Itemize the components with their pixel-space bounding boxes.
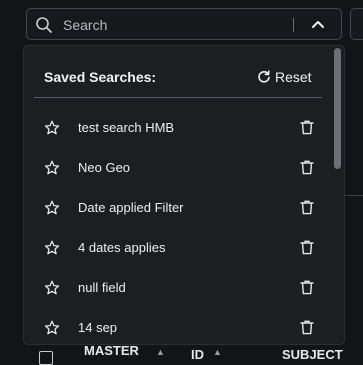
- saved-searches-dropdown: Saved Searches: Reset test search HMB Ne…: [23, 45, 345, 345]
- reset-button[interactable]: Reset: [257, 67, 312, 87]
- saved-search-label: 14 sep: [78, 320, 118, 335]
- star-icon[interactable]: [44, 320, 60, 336]
- chevron-up-icon: [311, 16, 325, 34]
- sort-up-icon[interactable]: ▲: [213, 347, 222, 357]
- trash-icon[interactable]: [300, 320, 314, 335]
- header-divider: [34, 97, 322, 98]
- saved-search-item[interactable]: Date applied Filter: [24, 188, 332, 228]
- collapse-dropdown-button[interactable]: [304, 13, 332, 37]
- column-header-subject[interactable]: SUBJECT: [282, 347, 343, 362]
- select-all-checkbox[interactable]: [39, 351, 53, 365]
- reset-label: Reset: [275, 69, 312, 85]
- search-divider: [293, 18, 294, 32]
- saved-search-item[interactable]: null field: [24, 268, 332, 308]
- trash-icon[interactable]: [300, 160, 314, 175]
- saved-search-item[interactable]: 4 dates applies: [24, 228, 332, 268]
- sort-up-icon[interactable]: ▲: [156, 347, 165, 357]
- saved-searches-title: Saved Searches:: [44, 69, 157, 85]
- star-icon[interactable]: [44, 120, 60, 136]
- scrollbar-thumb[interactable]: [334, 48, 341, 169]
- saved-search-label: null field: [78, 280, 126, 295]
- saved-search-label: test search HMB: [78, 120, 175, 135]
- saved-search-label: 4 dates applies: [78, 240, 166, 255]
- star-icon[interactable]: [44, 280, 60, 296]
- saved-search-label: Neo Geo: [78, 160, 131, 175]
- saved-search-item[interactable]: 14 sep: [24, 308, 332, 344]
- dropdown-scrollbar[interactable]: [332, 46, 344, 344]
- star-icon[interactable]: [44, 240, 60, 256]
- column-header-master[interactable]: MASTER: [84, 343, 139, 358]
- trash-icon[interactable]: [300, 120, 314, 135]
- background-divider: [343, 195, 363, 196]
- star-icon[interactable]: [44, 200, 60, 216]
- star-icon[interactable]: [44, 160, 60, 176]
- search-bar: [26, 8, 342, 40]
- refresh-icon: [257, 70, 271, 84]
- trash-icon[interactable]: [300, 200, 314, 215]
- adjacent-control[interactable]: [350, 8, 363, 40]
- search-icon: [35, 16, 53, 34]
- trash-icon[interactable]: [300, 280, 314, 295]
- trash-icon[interactable]: [300, 240, 314, 255]
- column-header-id[interactable]: ID: [191, 347, 204, 362]
- search-input[interactable]: [63, 13, 283, 37]
- saved-search-item[interactable]: Neo Geo: [24, 148, 332, 188]
- saved-search-item[interactable]: test search HMB: [24, 108, 332, 148]
- saved-search-label: Date applied Filter: [78, 200, 184, 215]
- table-header: MASTER ▲ ID ▲ SUBJECT: [0, 343, 363, 365]
